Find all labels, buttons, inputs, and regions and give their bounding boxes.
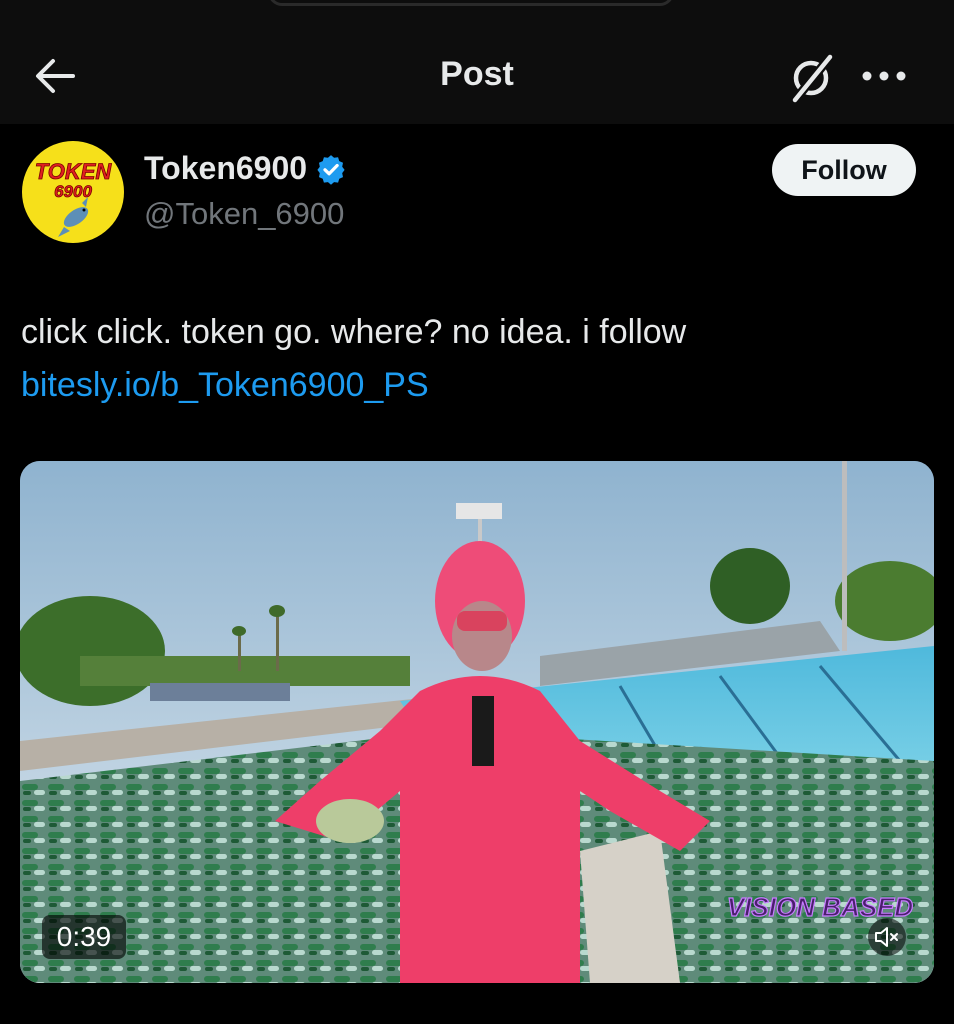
avatar[interactable]: TOKEN 6900: [22, 141, 124, 243]
svg-text:6900: 6900: [54, 182, 92, 201]
volume-muted-icon: [875, 927, 898, 947]
mute-toggle-button[interactable]: [868, 918, 906, 956]
video-frame: VISION BASED: [20, 461, 934, 983]
author-name-text: Token6900: [144, 150, 308, 186]
grok-icon: [791, 54, 834, 103]
author-handle[interactable]: @Token_6900: [144, 196, 344, 232]
post-link[interactable]: bitesly.io/b_Token6900_PS: [21, 362, 429, 408]
verified-badge-icon[interactable]: [315, 153, 347, 185]
device-notch: [268, 0, 674, 6]
video-player[interactable]: VISION BASED: [20, 461, 934, 983]
more-options-button[interactable]: [858, 60, 910, 92]
more-horizontal-icon: [862, 71, 906, 81]
follow-button[interactable]: Follow: [772, 144, 916, 196]
svg-text:TOKEN: TOKEN: [35, 159, 113, 184]
post-text: click click. token go. where? no idea. i…: [21, 313, 687, 351]
token-logo: TOKEN 6900: [23, 142, 123, 242]
video-duration-badge: 0:39: [42, 915, 126, 959]
author-display-name[interactable]: Token6900: [144, 150, 347, 187]
grok-button[interactable]: [783, 50, 839, 106]
